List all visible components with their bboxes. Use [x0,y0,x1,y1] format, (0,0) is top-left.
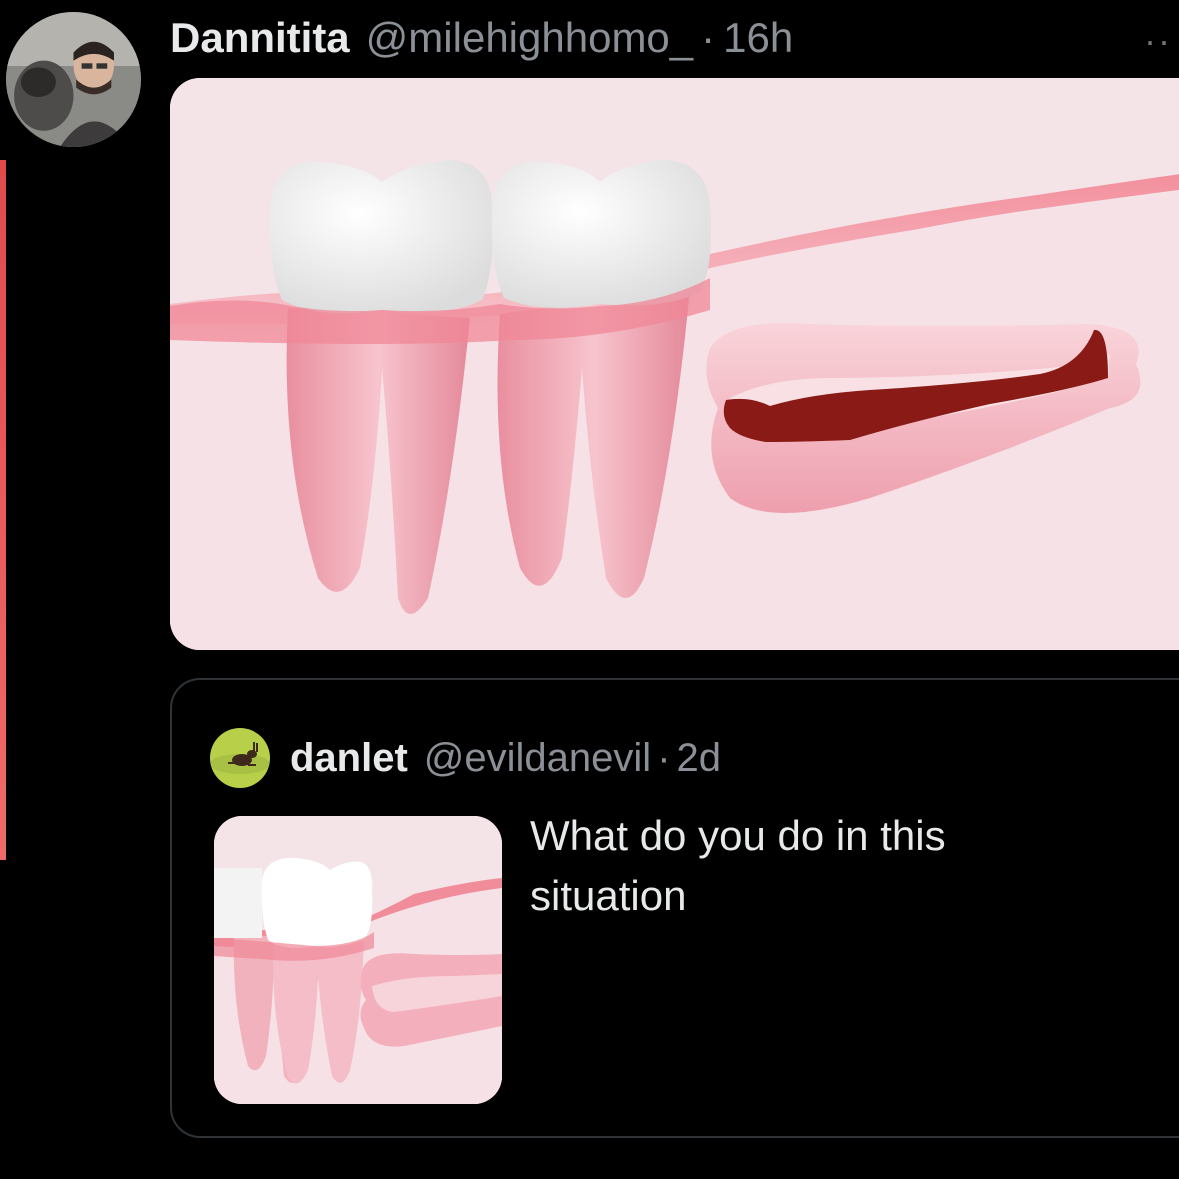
quoted-header-separator: · [657,735,671,780]
quoted-post-media[interactable] [214,816,502,1104]
avatar-photo-icon [6,12,141,147]
background-edge [0,160,6,860]
post-header: Dannitita @milehighhomo_ · 16h [170,10,793,66]
rabbit-running-icon [210,728,270,788]
author-name[interactable]: Dannitita [170,14,350,62]
quoted-post-timestamp[interactable]: 2d [677,736,722,781]
wisdom-tooth-thumbnail-icon [214,816,502,1104]
quoted-author-handle[interactable]: @evildanevil [424,736,651,781]
author-avatar[interactable] [6,12,141,147]
quoted-post-text: What do you do in this situation [530,812,946,919]
author-handle[interactable]: @milehighhomo_ [366,14,693,62]
more-options-icon[interactable]: ·· [1144,20,1172,62]
wisdom-tooth-illustration-icon [170,78,1179,650]
quoted-author-name[interactable]: danlet [290,736,408,781]
quoted-author-avatar[interactable] [210,728,270,788]
post-media[interactable] [170,78,1179,650]
quoted-post-header: danlet @evildanevil · 2d [290,730,721,786]
header-separator: · [701,14,716,61]
quoted-post[interactable]: danlet @evildanevil · 2d What do you do … [170,678,1179,1138]
post-timestamp[interactable]: 16h [723,14,793,62]
